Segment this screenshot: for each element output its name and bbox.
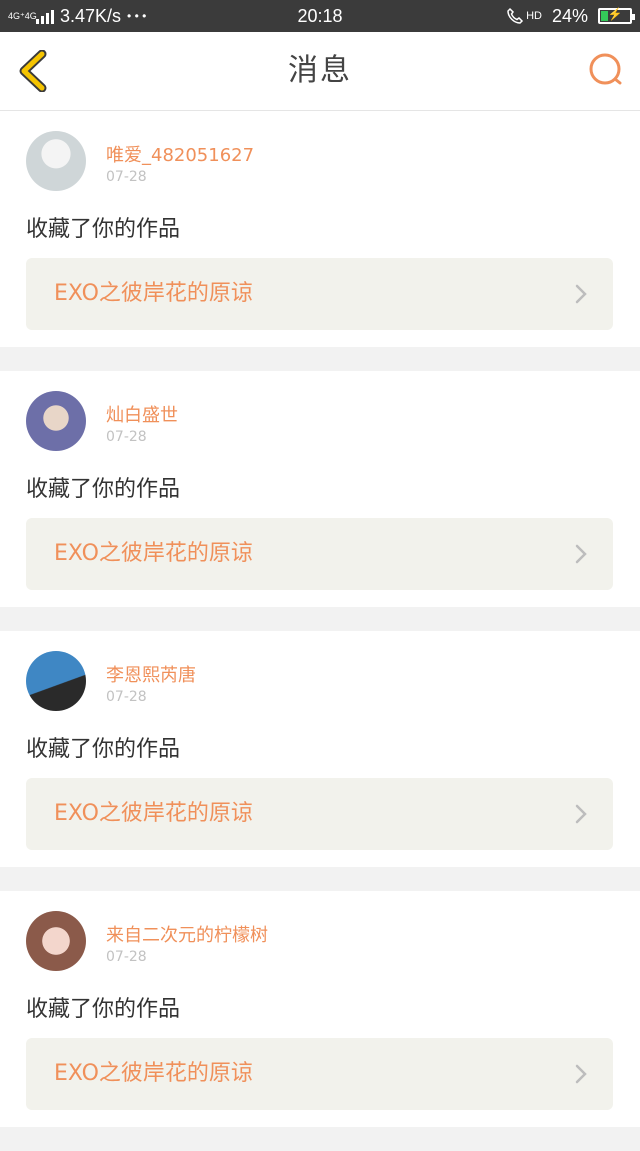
action-text: 收藏了你的作品 bbox=[26, 997, 181, 1022]
message-card: 来自二次元的柠檬树 07-28 收藏了你的作品 EXO之彼岸花的原谅 bbox=[0, 891, 640, 1127]
search-button[interactable] bbox=[586, 50, 626, 90]
battery-percent: 24% bbox=[551, 5, 588, 26]
work-link[interactable]: EXO之彼岸花的原谅 bbox=[26, 258, 613, 330]
action-text: 收藏了你的作品 bbox=[26, 477, 181, 502]
message-card: 李恩熙芮唐 07-28 收藏了你的作品 EXO之彼岸花的原谅 bbox=[0, 631, 640, 867]
username[interactable]: 来自二次元的柠檬树 bbox=[106, 921, 268, 947]
avatar[interactable] bbox=[26, 391, 86, 451]
message-card: 唯爱_482051627 07-28 收藏了你的作品 EXO之彼岸花的原谅 bbox=[0, 111, 640, 347]
status-bar: 4G⁺4G 3.47K/s • • • 20:18 HD 24% ⚡ bbox=[0, 0, 640, 32]
avatar[interactable] bbox=[26, 131, 86, 191]
chevron-right-icon bbox=[575, 804, 587, 824]
hd-call-icon: HD bbox=[506, 7, 542, 25]
page-title: 消息 bbox=[288, 53, 352, 88]
charging-bolt-icon: ⚡ bbox=[607, 7, 623, 21]
username[interactable]: 灿白盛世 bbox=[106, 401, 178, 427]
username[interactable]: 李恩熙芮唐 bbox=[106, 661, 196, 687]
avatar[interactable] bbox=[26, 651, 86, 711]
search-icon bbox=[589, 53, 622, 85]
action-text: 收藏了你的作品 bbox=[26, 737, 181, 762]
message-date: 07-28 bbox=[106, 689, 147, 705]
message-date: 07-28 bbox=[106, 169, 147, 185]
work-title: EXO之彼岸花的原谅 bbox=[54, 541, 253, 566]
message-date: 07-28 bbox=[106, 429, 147, 445]
message-date: 07-28 bbox=[106, 949, 147, 965]
hd-label: HD bbox=[526, 10, 542, 22]
message-list: 唯爱_482051627 07-28 收藏了你的作品 EXO之彼岸花的原谅 灿白… bbox=[0, 111, 640, 1151]
message-card: 灿白盛世 07-28 收藏了你的作品 EXO之彼岸花的原谅 bbox=[0, 371, 640, 607]
work-title: EXO之彼岸花的原谅 bbox=[54, 801, 253, 826]
avatar[interactable] bbox=[26, 911, 86, 971]
app-header: 消息 bbox=[0, 32, 640, 111]
battery-icon: ⚡ bbox=[598, 7, 635, 24]
chevron-right-icon bbox=[575, 284, 587, 304]
chevron-right-icon bbox=[575, 544, 587, 564]
status-right: HD 24% ⚡ bbox=[506, 0, 635, 32]
work-link[interactable]: EXO之彼岸花的原谅 bbox=[26, 1038, 613, 1110]
work-link[interactable]: EXO之彼岸花的原谅 bbox=[26, 518, 613, 590]
work-link[interactable]: EXO之彼岸花的原谅 bbox=[26, 778, 613, 850]
chevron-right-icon bbox=[575, 1064, 587, 1084]
work-title: EXO之彼岸花的原谅 bbox=[54, 1061, 253, 1086]
work-title: EXO之彼岸花的原谅 bbox=[54, 281, 253, 306]
action-text: 收藏了你的作品 bbox=[26, 217, 181, 242]
username[interactable]: 唯爱_482051627 bbox=[106, 141, 254, 167]
